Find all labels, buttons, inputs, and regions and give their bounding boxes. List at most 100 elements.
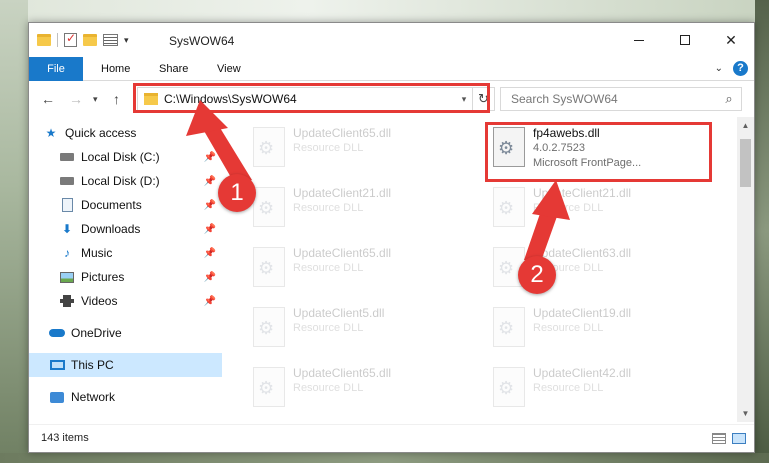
videos-icon: [59, 294, 75, 308]
tab-file[interactable]: File: [29, 57, 83, 81]
properties-icon[interactable]: [103, 34, 118, 46]
up-arrow-icon[interactable]: ↑: [113, 91, 120, 107]
back-arrow-icon[interactable]: ←: [41, 91, 55, 107]
pin-icon[interactable]: 📌: [204, 272, 216, 283]
sidebar-item-local-disk-d[interactable]: Local Disk (D:) 📌: [29, 169, 222, 193]
dll-file-icon: [253, 307, 285, 347]
pin-icon[interactable]: 📌: [204, 296, 216, 307]
sidebar-item-label: This PC: [71, 358, 114, 372]
recent-locations-chevron-icon[interactable]: ▾: [93, 94, 98, 105]
large-icons-view-icon[interactable]: [732, 433, 746, 444]
navigation-pane: ★ Quick access Local Disk (C:) 📌 Local D…: [29, 117, 222, 422]
sidebar-item-downloads[interactable]: ⬇ Downloads 📌: [29, 217, 222, 241]
file-item[interactable]: UpdateClient65.dll Resource DLL: [245, 121, 473, 177]
address-bar[interactable]: C:\Windows\SysWOW64 ▾ ↻: [137, 87, 495, 111]
navigation-bar: ← → ▾ ↑ C:\Windows\SysWOW64 ▾ ↻ Search S…: [29, 81, 754, 117]
cloud-icon: [49, 326, 65, 340]
sidebar-item-network[interactable]: Network: [29, 385, 222, 409]
network-icon: [49, 390, 65, 404]
vertical-scrollbar[interactable]: ▲ ▼: [737, 117, 754, 422]
close-icon: ✕: [725, 31, 737, 48]
maximize-button[interactable]: [662, 23, 708, 57]
item-count: 143 items: [41, 432, 89, 444]
file-type: Resource DLL: [533, 382, 604, 394]
file-type: Resource DLL: [293, 382, 364, 394]
help-button[interactable]: ?: [733, 61, 748, 76]
desktop-background-bottom: [0, 453, 769, 463]
music-icon: ♪: [64, 246, 70, 260]
pin-icon[interactable]: 📌: [204, 176, 216, 187]
sidebar-item-videos[interactable]: Videos 📌: [29, 289, 222, 313]
file-name: UpdateClient19.dll: [533, 306, 632, 320]
sidebar-item-onedrive[interactable]: OneDrive: [29, 321, 222, 345]
customize-toolbar-chevron-icon[interactable]: ▾: [124, 35, 129, 46]
pin-icon[interactable]: 📌: [204, 248, 216, 259]
sidebar-item-local-disk-c[interactable]: Local Disk (C:) 📌: [29, 145, 222, 169]
ribbon-tabs: File Home Share View ⌄ ?: [29, 57, 754, 81]
dll-file-icon: [493, 367, 525, 407]
file-name: UpdateClient42.dll: [533, 366, 632, 380]
sidebar-item-label: Music: [81, 246, 113, 260]
maximize-icon: [680, 35, 690, 45]
title-bar: ▾ SysWOW64 ✕: [29, 23, 754, 57]
toolbar-divider: [57, 33, 58, 47]
properties-check-icon[interactable]: [64, 31, 77, 47]
dll-file-icon: [493, 127, 525, 167]
drive-icon: [59, 174, 75, 188]
file-item-fp4awebs[interactable]: fp4awebs.dll 4.0.2.7523 Microsoft FrontP…: [485, 121, 713, 177]
tab-home[interactable]: Home: [89, 57, 142, 81]
file-name: UpdateClient65.dll: [293, 246, 392, 260]
new-folder-icon[interactable]: [83, 34, 97, 46]
file-name: fp4awebs.dll: [533, 126, 600, 140]
file-item[interactable]: UpdateClient21.dll Resource DLL: [485, 181, 713, 237]
pin-icon[interactable]: 📌: [204, 200, 216, 211]
star-icon: ★: [45, 126, 57, 140]
details-view-icon[interactable]: [712, 433, 726, 444]
sidebar-item-music[interactable]: ♪ Music 📌: [29, 241, 222, 265]
dll-file-icon: [493, 187, 525, 227]
file-item[interactable]: UpdateClient21.dll Resource DLL: [245, 181, 473, 237]
file-type: Resource DLL: [293, 142, 364, 154]
tab-view[interactable]: View: [205, 57, 253, 81]
sidebar-item-documents[interactable]: Documents 📌: [29, 193, 222, 217]
address-path[interactable]: C:\Windows\SysWOW64: [164, 92, 456, 106]
forward-arrow-icon[interactable]: →: [69, 91, 83, 107]
minimize-button[interactable]: [616, 23, 662, 57]
file-name: UpdateClient21.dll: [533, 186, 632, 200]
file-name: UpdateClient65.dll: [293, 366, 392, 380]
dll-file-icon: [253, 247, 285, 287]
search-field[interactable]: Search SysWOW64 ⌕: [500, 87, 742, 111]
file-item[interactable]: UpdateClient42.dll Resource DLL: [485, 361, 713, 417]
scroll-down-icon[interactable]: ▼: [737, 405, 754, 422]
search-icon[interactable]: ⌕: [717, 91, 741, 107]
ribbon-controls: ⌄ ?: [715, 61, 748, 76]
file-type: Microsoft FrontPage...: [533, 157, 642, 169]
tab-share[interactable]: Share: [147, 57, 200, 81]
file-name: UpdateClient65.dll: [293, 126, 392, 140]
sidebar-item-quick-access[interactable]: ★ Quick access: [29, 121, 222, 145]
pin-icon[interactable]: 📌: [204, 224, 216, 235]
sidebar-item-label: Local Disk (D:): [81, 174, 160, 188]
pin-icon[interactable]: 📌: [204, 152, 216, 163]
search-placeholder[interactable]: Search SysWOW64: [511, 92, 717, 106]
file-item[interactable]: UpdateClient65.dll Resource DLL: [245, 361, 473, 417]
file-item[interactable]: UpdateClient5.dll Resource DLL: [245, 301, 473, 357]
scrollbar-thumb[interactable]: [740, 139, 751, 187]
dll-file-icon: [253, 127, 285, 167]
scroll-up-icon[interactable]: ▲: [737, 117, 754, 134]
file-item[interactable]: UpdateClient65.dll Resource DLL: [245, 241, 473, 297]
sidebar-item-label: Videos: [81, 294, 118, 308]
step-2-badge: 2: [518, 256, 556, 294]
step-1-badge: 1: [218, 174, 256, 212]
expand-ribbon-chevron-icon[interactable]: ⌄: [715, 63, 723, 74]
sidebar-item-label: Documents: [81, 198, 142, 212]
file-type: Resource DLL: [533, 202, 604, 214]
refresh-icon[interactable]: ↻: [472, 88, 494, 110]
file-type: Resource DLL: [293, 202, 364, 214]
sidebar-item-pictures[interactable]: Pictures 📌: [29, 265, 222, 289]
sidebar-item-this-pc[interactable]: This PC: [29, 353, 222, 377]
file-item[interactable]: UpdateClient19.dll Resource DLL: [485, 301, 713, 357]
address-dropdown-chevron-icon[interactable]: ▾: [456, 94, 472, 105]
quick-access-toolbar: ▾: [37, 31, 129, 47]
close-button[interactable]: ✕: [708, 23, 754, 57]
